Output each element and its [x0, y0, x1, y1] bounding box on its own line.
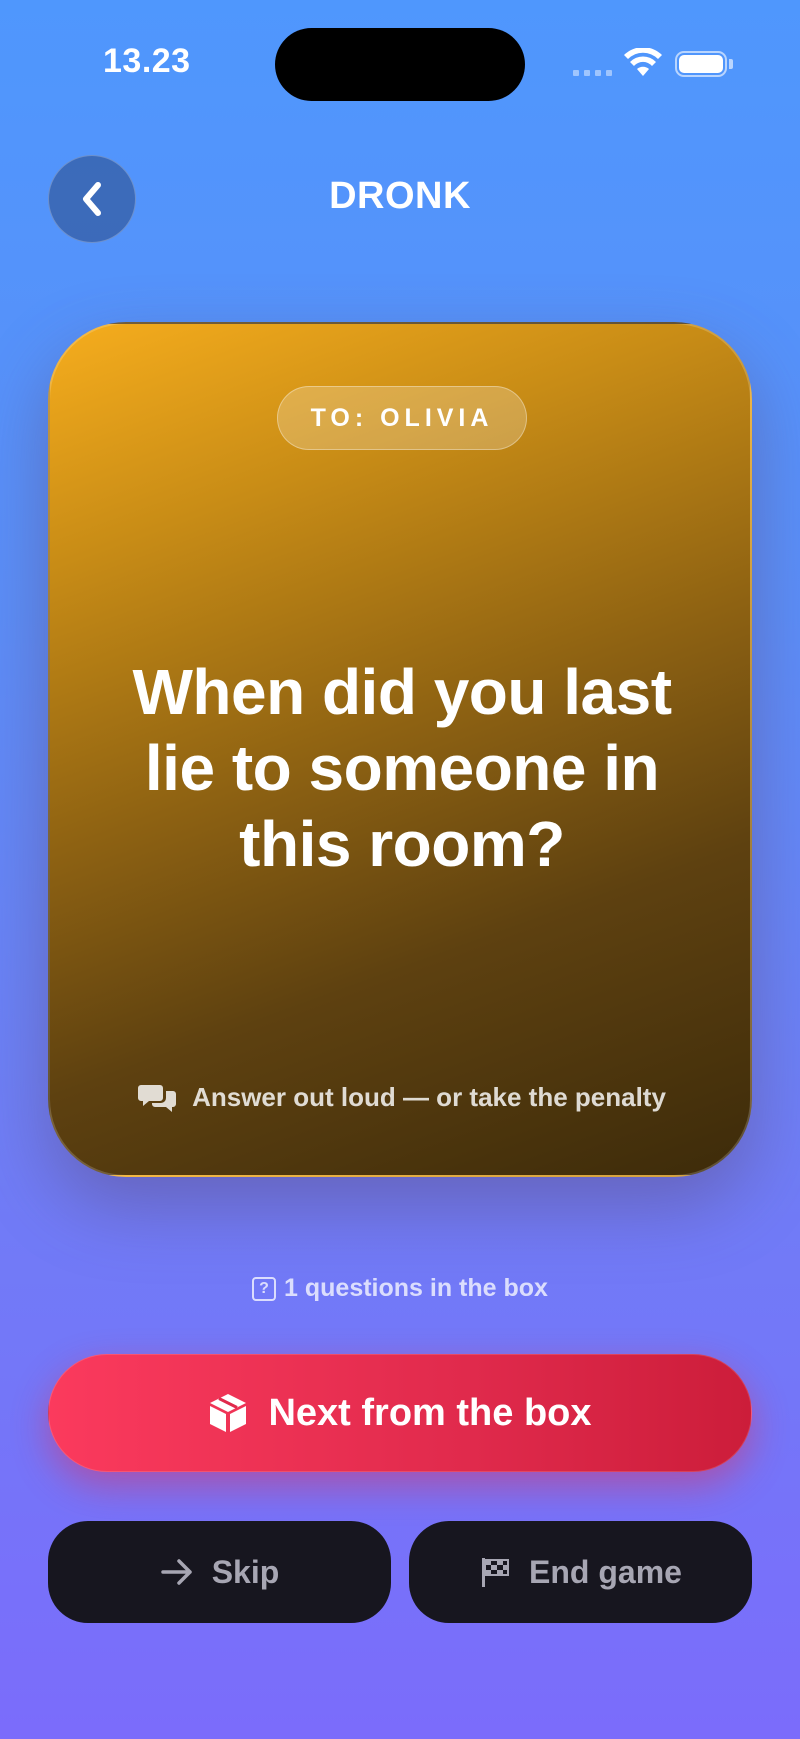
arrow-right-icon [160, 1559, 192, 1585]
counter-label: 1 questions in the box [284, 1274, 548, 1302]
battery-icon [675, 51, 727, 77]
next-button-label: Next from the box [268, 1391, 592, 1434]
page-title: DRONK [329, 175, 471, 217]
status-time: 13.23 [103, 42, 191, 80]
question-text: When did you last lie to someone in this… [132, 656, 672, 880]
end-game-button[interactable]: End game [409, 1521, 752, 1623]
end-game-label: End game [529, 1553, 682, 1590]
card-hint: Answer out loud — or take the penalty [50, 1082, 754, 1113]
status-bar: 13.23 [0, 0, 800, 120]
question-box-icon: ? [252, 1276, 277, 1301]
speech-bubbles-icon [138, 1084, 177, 1112]
recipient-badge: TO: OLIVIA [277, 386, 527, 450]
wifi-icon [624, 48, 662, 76]
next-question-button[interactable]: Next from the box [48, 1354, 752, 1472]
checkered-flag-icon [482, 1558, 510, 1587]
question-counter: ? 1 questions in the box [0, 1274, 800, 1303]
question-card: TO: OLIVIA When did you last lie to some… [48, 322, 752, 1177]
package-icon [210, 1394, 247, 1432]
hint-label: Answer out loud — or take the penalty [192, 1082, 666, 1112]
battery-tip [729, 59, 733, 69]
dynamic-island [275, 28, 525, 101]
skip-button-label: Skip [211, 1553, 280, 1590]
skip-button[interactable]: Skip [48, 1521, 391, 1623]
signal-icon [573, 70, 612, 76]
